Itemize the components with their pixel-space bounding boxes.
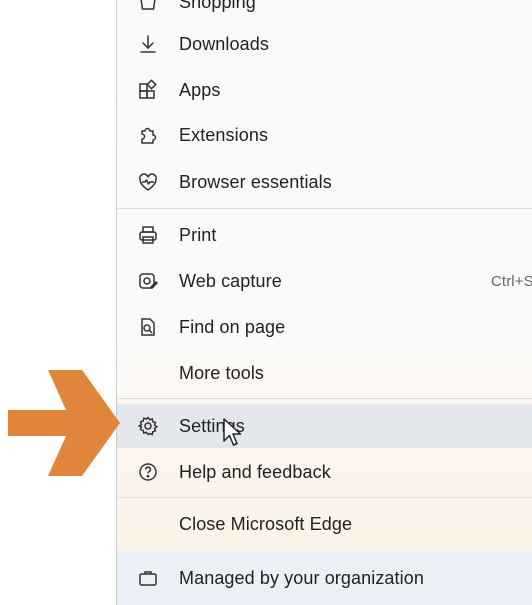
menu-item-print[interactable]: Print	[117, 213, 532, 257]
menu-item-managed-by-organization[interactable]: Managed by your organization	[117, 551, 532, 605]
menu-item-find-on-page[interactable]: Find on page	[117, 305, 532, 349]
arrow-right-icon	[8, 370, 120, 476]
menu-item-label: Apps	[179, 79, 221, 100]
menu-item-help-feedback[interactable]: Help and feedback	[117, 450, 532, 494]
menu-item-close-edge[interactable]: Close Microsoft Edge	[117, 502, 532, 546]
menu-separator	[117, 208, 532, 209]
menu-item-shortcut: Ctrl+S	[491, 272, 532, 290]
menu-item-label: Managed by your organization	[179, 567, 424, 588]
gear-icon	[137, 415, 159, 437]
menu-item-label: Shopping	[179, 0, 256, 12]
help-question-icon	[137, 461, 159, 483]
menu-separator	[117, 398, 532, 399]
download-icon	[137, 33, 159, 55]
menu-item-label: Downloads	[179, 33, 269, 54]
menu-item-more-tools[interactable]: More tools	[117, 351, 532, 395]
find-on-page-icon	[137, 316, 159, 338]
menu-item-browser-essentials[interactable]: Browser essentials	[117, 160, 532, 204]
menu-item-label: Extensions	[179, 124, 269, 145]
menu-item-label: Help and feedback	[179, 461, 331, 482]
menu-item-label: Find on page	[179, 316, 286, 337]
menu-item-downloads[interactable]: Downloads	[117, 22, 532, 66]
printer-icon	[137, 224, 159, 246]
menu-item-extensions[interactable]: Extensions	[117, 113, 532, 157]
web-capture-icon	[137, 270, 159, 292]
browser-settings-menu: Shopping Downloads Apps Extensions Brows…	[116, 0, 532, 605]
mouse-cursor-icon	[223, 418, 242, 446]
menu-item-apps[interactable]: Apps	[117, 68, 532, 112]
menu-item-label: Print	[179, 224, 217, 245]
menu-item-label: Close Microsoft Edge	[179, 513, 353, 534]
heart-pulse-icon	[137, 171, 159, 193]
menu-item-label: More tools	[179, 362, 265, 383]
extensions-puzzle-icon	[137, 124, 159, 146]
menu-item-shopping[interactable]: Shopping	[117, 0, 532, 24]
shopping-icon	[137, 0, 159, 13]
menu-item-web-capture[interactable]: Web capture Ctrl+S	[117, 259, 532, 303]
menu-item-settings[interactable]: Settings	[117, 404, 532, 448]
menu-separator	[117, 497, 532, 498]
apps-icon	[137, 79, 159, 101]
briefcase-icon	[137, 567, 159, 589]
menu-item-label: Web capture	[179, 270, 282, 291]
menu-item-label: Browser essentials	[179, 171, 332, 192]
